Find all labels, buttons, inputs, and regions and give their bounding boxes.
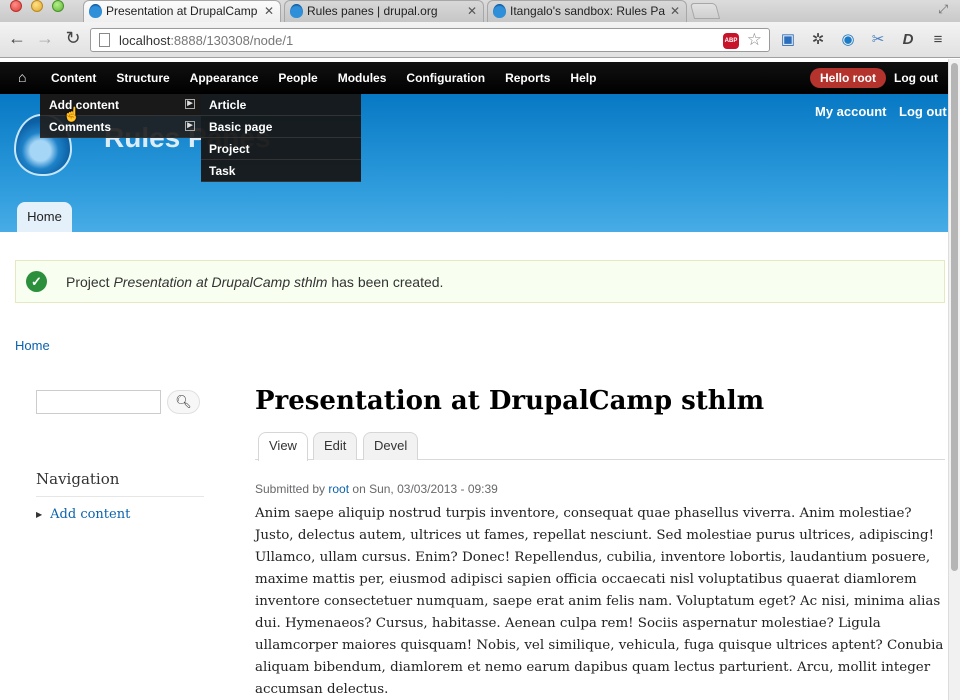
search-icon: 🔍︎ xyxy=(175,394,192,409)
status-message-text: Project Presentation at DrupalCamp sthlm… xyxy=(66,274,444,290)
admin-menu-people[interactable]: People xyxy=(268,62,327,94)
tab-view[interactable]: View xyxy=(258,432,308,461)
add-content-submenu: Article Basic page Project Task xyxy=(201,94,361,182)
chrome-menu-icon[interactable]: ≡ xyxy=(928,30,948,50)
close-tab-icon[interactable]: ✕ xyxy=(670,4,680,18)
tab-title: Itangalo's sandbox: Rules Pa xyxy=(510,4,666,18)
adblock-icon[interactable]: ABP xyxy=(723,33,739,49)
reload-icon[interactable]: ↻ xyxy=(63,28,83,49)
author-link[interactable]: root xyxy=(328,482,349,496)
nav-item-add-content[interactable]: ▶ Add content xyxy=(36,507,130,522)
search-input[interactable] xyxy=(36,390,161,414)
url-text: localhost:8888/130308/node/1 xyxy=(119,33,294,48)
tab-edit[interactable]: Edit xyxy=(313,432,358,460)
hand-cursor-icon: ☝ xyxy=(63,106,81,122)
window-minimize-button[interactable] xyxy=(31,0,43,12)
status-message: ✓ Project Presentation at DrupalCamp sth… xyxy=(15,260,945,303)
checkmark-icon: ✓ xyxy=(26,271,47,292)
admin-menu-configuration[interactable]: Configuration xyxy=(396,62,495,94)
drupal-favicon-icon xyxy=(290,4,303,18)
bullet-triangle-icon: ▶ xyxy=(36,510,43,519)
admin-menu: Content Structure Appearance People Modu… xyxy=(41,62,606,94)
home-icon[interactable]: ⌂ xyxy=(18,69,26,85)
admin-menu-content[interactable]: Content xyxy=(41,62,106,94)
menu-item-task[interactable]: Task xyxy=(201,160,361,182)
menu-item-basic-page[interactable]: Basic page xyxy=(201,116,361,138)
browser-toolbar: ← → ↻ localhost:8888/130308/node/1 ABP ☆… xyxy=(0,22,960,58)
fullscreen-icon[interactable]: ⤢ xyxy=(938,2,948,17)
page-scrollbar[interactable] xyxy=(948,59,960,700)
page-icon xyxy=(99,33,110,47)
d-extension-icon[interactable]: D xyxy=(898,30,918,50)
forward-arrow-icon[interactable]: → xyxy=(35,28,55,49)
admin-menu-structure[interactable]: Structure xyxy=(106,62,179,94)
bug-extension-icon[interactable]: ✲ xyxy=(808,30,828,50)
browser-tab-strip: Presentation at DrupalCamp ✕ Rules panes… xyxy=(0,0,960,22)
submenu-arrow-icon: ▶ xyxy=(185,99,195,109)
address-bar[interactable]: localhost:8888/130308/node/1 ABP ☆ xyxy=(90,28,770,52)
admin-menu-modules[interactable]: Modules xyxy=(328,62,397,94)
new-tab-button[interactable] xyxy=(689,3,721,19)
admin-menu-appearance[interactable]: Appearance xyxy=(180,62,269,94)
tab-title: Rules panes | drupal.org xyxy=(307,4,438,18)
window-zoom-button[interactable] xyxy=(52,0,64,12)
drupal-extension-icon[interactable]: ◉ xyxy=(838,30,858,50)
menu-item-project[interactable]: Project xyxy=(201,138,361,160)
drupal-favicon-icon xyxy=(493,4,506,18)
browser-tab-presentation[interactable]: Presentation at DrupalCamp ✕ xyxy=(83,0,281,22)
close-tab-icon[interactable]: ✕ xyxy=(467,4,477,18)
tab-devel[interactable]: Devel xyxy=(363,432,419,460)
header-logout-link[interactable]: Log out xyxy=(899,104,947,119)
window-close-button[interactable] xyxy=(10,0,22,12)
admin-menu-help[interactable]: Help xyxy=(560,62,606,94)
scrollbar-thumb[interactable] xyxy=(951,63,958,571)
admin-logout-link[interactable]: Log out xyxy=(894,62,938,94)
node-body: Anim saepe aliquip nostrud turpis invent… xyxy=(255,506,944,697)
menu-item-label: Add content xyxy=(49,98,119,112)
drupal-favicon-icon xyxy=(89,4,102,18)
admin-menu-reports[interactable]: Reports xyxy=(495,62,560,94)
navigation-block-title: Navigation xyxy=(36,470,204,497)
bookmark-star-icon[interactable]: ☆ xyxy=(747,30,762,50)
search-button[interactable]: 🔍︎ xyxy=(167,390,200,414)
breadcrumb[interactable]: Home xyxy=(15,338,50,353)
main-menu-home-tab[interactable]: Home xyxy=(17,202,72,232)
menu-item-article[interactable]: Article xyxy=(201,94,361,116)
local-tabs-divider xyxy=(255,459,945,460)
browser-tab-sandbox[interactable]: Itangalo's sandbox: Rules Pa ✕ xyxy=(487,0,687,22)
page-title: Presentation at DrupalCamp sthlm xyxy=(255,386,765,416)
admin-menu-bar: ⌂ Content Structure Appearance People Mo… xyxy=(0,62,948,94)
tab-title: Presentation at DrupalCamp xyxy=(106,4,258,18)
browser-tab-rules-panes[interactable]: Rules panes | drupal.org ✕ xyxy=(284,0,484,22)
submitted-info: Submitted by root on Sun, 03/03/2013 - 0… xyxy=(255,482,498,496)
screenshot-extension-icon[interactable]: ▣ xyxy=(778,30,798,50)
nav-item-label: Add content xyxy=(50,507,131,522)
back-arrow-icon[interactable]: ← xyxy=(7,28,27,49)
close-tab-icon[interactable]: ✕ xyxy=(264,4,274,18)
my-account-link[interactable]: My account xyxy=(815,104,887,119)
hello-user-badge[interactable]: Hello root xyxy=(810,68,886,88)
submenu-arrow-icon: ▶ xyxy=(185,121,195,131)
tools-extension-icon[interactable]: ✂ xyxy=(868,30,888,50)
